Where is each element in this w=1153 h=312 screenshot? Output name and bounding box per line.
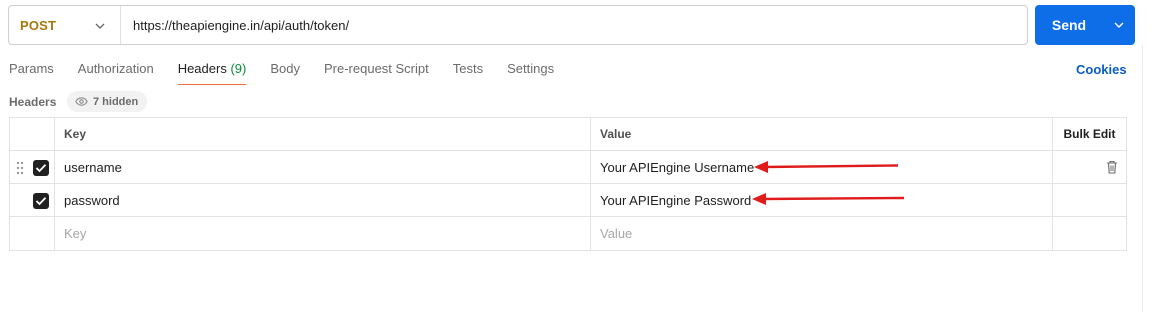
cookies-link[interactable]: Cookies: [1076, 62, 1127, 77]
request-tabs: Params Authorization Headers (9) Body Pr…: [9, 60, 578, 86]
row-actions: [1053, 184, 1126, 216]
red-arrow-icon: [752, 193, 905, 205]
panel-divider: [1142, 45, 1143, 312]
send-label: Send: [1051, 17, 1087, 33]
tab-headers[interactable]: Headers (9): [177, 60, 247, 85]
row-enabled-checkbox[interactable]: [33, 160, 49, 176]
eye-icon: [75, 97, 88, 106]
column-header-value: Value: [591, 118, 1053, 150]
headers-table: Key Value Bulk Edit username Your APIEng…: [9, 117, 1127, 251]
hidden-headers-toggle[interactable]: 7 hidden: [67, 91, 148, 112]
table-row: username Your APIEngine Username: [10, 151, 1126, 184]
header-key-cell[interactable]: password: [55, 184, 591, 216]
checkmark-icon: [35, 197, 47, 206]
row-controls: [10, 151, 55, 183]
headers-count: (9): [230, 61, 247, 76]
red-arrow-icon: [754, 161, 899, 173]
header-spacer: [10, 118, 55, 150]
table-row: password Your APIEngine Password: [10, 184, 1126, 217]
method-label: POST: [20, 17, 57, 33]
new-key-input[interactable]: Key: [55, 217, 591, 250]
table-row-new: Key Value: [10, 217, 1126, 250]
table-header-row: Key Value Bulk Edit: [10, 118, 1126, 151]
row-enabled-checkbox[interactable]: [33, 193, 49, 209]
url-input[interactable]: [121, 6, 1027, 44]
checkmark-icon: [35, 164, 47, 173]
hidden-count-label: 7 hidden: [93, 95, 139, 108]
tab-tests[interactable]: Tests: [453, 60, 483, 85]
drag-handle-icon[interactable]: [16, 161, 24, 175]
request-url-bar: POST: [8, 5, 1028, 45]
method-select[interactable]: POST: [9, 6, 121, 44]
tab-authorization[interactable]: Authorization: [78, 60, 154, 85]
header-key-cell[interactable]: username: [55, 151, 591, 183]
row-controls: [10, 217, 55, 250]
send-button[interactable]: Send: [1035, 5, 1135, 45]
row-actions: [1053, 151, 1126, 183]
trash-icon[interactable]: [1106, 160, 1118, 174]
row-actions: [1053, 217, 1126, 250]
chevron-down-icon: [1114, 22, 1124, 28]
row-controls: [10, 184, 55, 216]
column-header-key: Key: [55, 118, 591, 150]
tab-body[interactable]: Body: [270, 60, 300, 85]
bulk-edit-button[interactable]: Bulk Edit: [1053, 118, 1126, 150]
tab-pre-request-script[interactable]: Pre-request Script: [324, 60, 429, 85]
tab-settings[interactable]: Settings: [507, 60, 554, 85]
chevron-down-icon: [95, 23, 105, 29]
new-value-input[interactable]: Value: [591, 217, 1053, 250]
send-dropdown-button[interactable]: [1103, 5, 1135, 45]
headers-section-title: Headers: [9, 95, 57, 109]
tab-params[interactable]: Params: [9, 60, 54, 85]
